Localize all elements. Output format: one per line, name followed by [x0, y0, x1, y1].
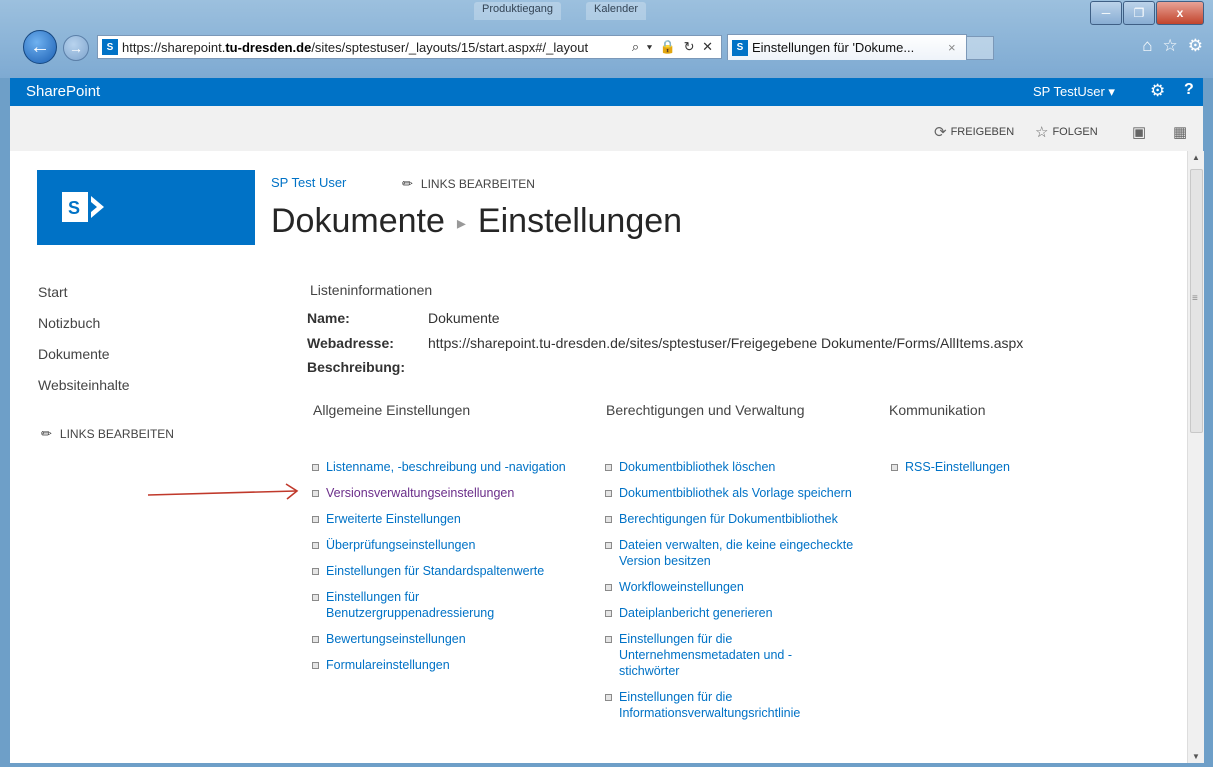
link-benutzergruppen[interactable]: Einstellungen für Benutzergruppenadressi…: [311, 589, 506, 621]
title-part-1[interactable]: Dokumente: [271, 202, 445, 240]
gear-icon[interactable]: ⚙: [1188, 36, 1203, 56]
name-row: Name: Dokumente: [307, 310, 500, 326]
new-tab-button[interactable]: [966, 36, 994, 60]
svg-text:S: S: [68, 198, 80, 218]
fullscreen-icon: ▣: [1132, 124, 1147, 141]
list-info-heading: Listeninformationen: [310, 282, 433, 298]
forward-button[interactable]: →: [63, 35, 89, 61]
site-title-link[interactable]: SP Test User: [271, 175, 346, 190]
excel-icon: ▦: [1173, 124, 1188, 141]
link-als-vorlage[interactable]: Dokumentbibliothek als Vorlage speichern: [604, 485, 859, 501]
title-part-2: Einstellungen: [477, 202, 683, 240]
url-label: Webadresse:: [307, 335, 394, 351]
scroll-down-icon[interactable]: ▼: [1192, 752, 1200, 761]
link-ueberpruefung[interactable]: Überprüfungseinstellungen: [311, 537, 596, 553]
sharepoint-brand[interactable]: SharePoint: [26, 83, 100, 100]
breadcrumb-separator-icon: ▸: [456, 212, 466, 233]
focus-mode-button[interactable]: ▣: [1132, 123, 1146, 141]
help-icon[interactable]: ?: [1184, 81, 1194, 99]
share-icon: ⟳: [934, 124, 947, 141]
arrow-right-icon: →: [69, 40, 83, 56]
follow-label: FOLGEN: [1052, 126, 1098, 138]
address-controls[interactable]: ⌕ ▾ 🔒 ↻ ✕: [626, 39, 721, 55]
communication-heading: Kommunikation: [889, 402, 986, 418]
page-content: S SP Test User ✏ LINKS BEARBEITEN Dokume…: [10, 151, 1187, 763]
url-domain: tu-dresden.de: [225, 39, 312, 55]
edit-links-top[interactable]: ✏ LINKS BEARBEITEN: [402, 176, 535, 192]
edit-links-label: LINKS BEARBEITEN: [420, 177, 535, 191]
sharepoint-favicon-icon: S: [732, 39, 748, 56]
ribbon-bar: ⟳ FREIGEBEN ☆ FOLGEN ▣ ▦: [10, 106, 1203, 151]
nav-item-dokumente[interactable]: Dokumente: [38, 345, 130, 376]
permissions-list: Dokumentbibliothek löschen Dokumentbibli…: [604, 459, 879, 731]
name-label: Name:: [307, 310, 350, 326]
link-erweiterte-einstellungen[interactable]: Erweiterte Einstellungen: [311, 511, 596, 527]
follow-button[interactable]: ☆ FOLGEN: [1035, 123, 1098, 141]
page-title: Dokumente ▸ Einstellungen: [271, 202, 682, 241]
suite-bar: SharePoint SP TestUser ▾ ⚙ ?: [10, 78, 1203, 106]
address-bar[interactable]: S https://sharepoint.tu-dresden.de/sites…: [97, 35, 722, 59]
general-settings-list: Listenname, -beschreibung und -navigatio…: [311, 459, 596, 683]
url-value: https://sharepoint.tu-dresden.de/sites/s…: [428, 335, 1024, 351]
link-workflow[interactable]: Workfloweinstellungen: [604, 579, 879, 595]
arrow-left-icon: ←: [30, 35, 50, 58]
home-icon[interactable]: ⌂: [1142, 36, 1152, 56]
nav-item-websiteinhalte[interactable]: Websiteinhalte: [38, 376, 130, 407]
settings-gear-icon[interactable]: ⚙: [1150, 81, 1165, 101]
edit-links-label: LINKS BEARBEITEN: [59, 427, 174, 441]
link-berechtigungen[interactable]: Berechtigungen für Dokumentbibliothek: [604, 511, 879, 527]
active-tab[interactable]: S Einstellungen für 'Dokume... ×: [727, 34, 967, 60]
address-url[interactable]: https://sharepoint.tu-dresden.de/sites/s…: [122, 40, 626, 55]
tab-close-icon[interactable]: ×: [948, 40, 966, 55]
link-listenname[interactable]: Listenname, -beschreibung und -navigatio…: [311, 459, 596, 475]
general-settings-heading: Allgemeine Einstellungen: [313, 402, 471, 418]
pencil-icon: ✏: [41, 426, 52, 441]
site-logo[interactable]: S: [37, 170, 255, 245]
browser-chrome: Produktiegang Kalender ─ ❐ x ← → S https…: [0, 0, 1213, 78]
sharepoint-favicon-icon: S: [102, 39, 118, 55]
name-value: Dokumente: [428, 310, 500, 326]
description-label: Beschreibung:: [307, 359, 406, 375]
link-richtlinie[interactable]: Einstellungen für die Informationsverwal…: [604, 689, 879, 721]
minimize-button[interactable]: ─: [1090, 1, 1122, 25]
excel-export-button[interactable]: ▦: [1173, 123, 1187, 141]
url-suffix: /sites/sptestuser/_layouts/15/start.aspx…: [311, 39, 589, 55]
link-versionsverwaltung[interactable]: Versionsverwaltungseinstellungen: [311, 485, 596, 501]
scroll-up-icon[interactable]: ▲: [1192, 153, 1200, 162]
background-tab[interactable]: Produktiegang: [474, 2, 561, 20]
url-row: Webadresse: https://sharepoint.tu-dresden…: [307, 335, 1023, 351]
scroll-grip-icon: ≡: [1192, 293, 1198, 304]
red-arrow-annotation: [147, 483, 299, 500]
nav-item-notizbuch[interactable]: Notizbuch: [38, 314, 130, 345]
link-standardspaltenwerte[interactable]: Einstellungen für Standardspaltenwerte: [311, 563, 576, 579]
link-bewertung[interactable]: Bewertungseinstellungen: [311, 631, 596, 647]
link-rss[interactable]: RSS-Einstellungen: [890, 459, 1110, 475]
link-bibliothek-loeschen[interactable]: Dokumentbibliothek löschen: [604, 459, 879, 475]
pencil-icon: ✏: [402, 176, 413, 191]
permissions-heading: Berechtigungen und Verwaltung: [606, 402, 805, 418]
tab-title: Einstellungen für 'Dokume...: [752, 40, 915, 55]
communication-list: RSS-Einstellungen: [890, 459, 1110, 485]
share-label: FREIGEBEN: [950, 126, 1015, 138]
star-outline-icon: ☆: [1035, 124, 1049, 141]
link-dateien-verwalten[interactable]: Dateien verwalten, die keine eingecheckt…: [604, 537, 889, 569]
back-button[interactable]: ←: [23, 30, 57, 64]
star-icon[interactable]: ☆: [1163, 36, 1178, 56]
url-prefix: https://sharepoint.: [122, 39, 226, 55]
edit-links-nav[interactable]: ✏ LINKS BEARBEITEN: [41, 426, 174, 442]
nav-item-start[interactable]: Start: [38, 283, 130, 314]
vertical-scrollbar[interactable]: ▲ ≡ ▼: [1187, 151, 1204, 763]
link-metadaten[interactable]: Einstellungen für die Unternehmensmetada…: [604, 631, 829, 679]
user-menu[interactable]: SP TestUser ▾: [1033, 84, 1115, 100]
quick-launch: Start Notizbuch Dokumente Websiteinhalte: [38, 283, 130, 407]
link-dateiplanbericht[interactable]: Dateiplanbericht generieren: [604, 605, 879, 621]
sharepoint-logo-icon: S: [62, 192, 104, 222]
share-button[interactable]: ⟳ FREIGEBEN: [934, 123, 1014, 141]
link-formulare[interactable]: Formulareinstellungen: [311, 657, 596, 673]
background-tab[interactable]: Kalender: [586, 2, 647, 20]
maximize-button[interactable]: ❐: [1123, 1, 1155, 25]
description-row: Beschreibung:: [307, 359, 428, 375]
close-window-button[interactable]: x: [1156, 1, 1204, 25]
